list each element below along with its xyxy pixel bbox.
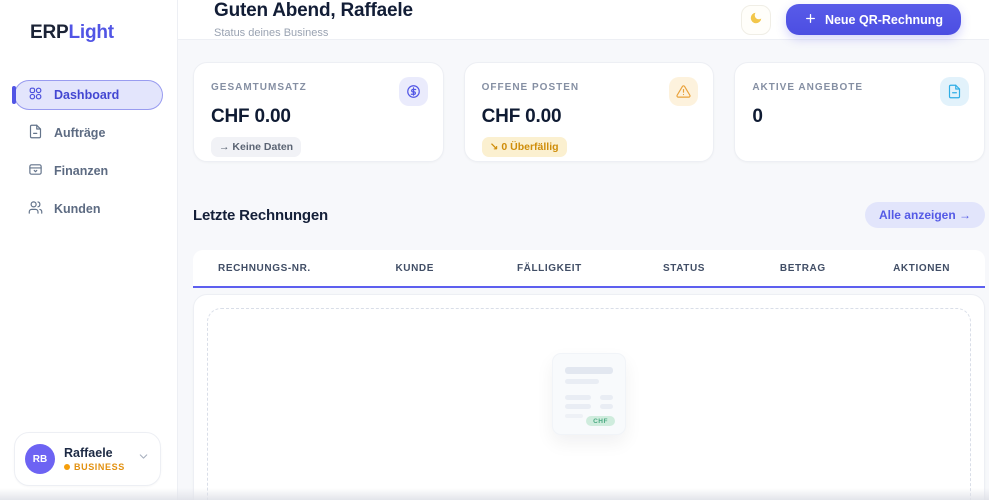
stat-label: AKTIVE ANGEBOTE xyxy=(752,82,967,93)
moon-icon xyxy=(749,11,763,28)
column-header-rechnungs-nr: RECHNUNGS-NR. xyxy=(193,263,351,274)
column-header-betrag: BETRAG xyxy=(747,263,858,274)
skeleton-line xyxy=(600,395,613,400)
skeleton-line xyxy=(565,379,599,384)
sidebar-item-auftraege[interactable]: Aufträge xyxy=(14,118,163,148)
stat-value: 0 xyxy=(752,106,967,128)
stat-label: GESAMTUMSATZ xyxy=(211,82,426,93)
main-area: Guten Abend, Raffaele Status deines Busi… xyxy=(178,0,989,500)
skeleton-line xyxy=(565,395,591,400)
stat-value: CHF 0.00 xyxy=(211,106,426,128)
users-icon xyxy=(28,200,43,218)
plan-status-dot xyxy=(64,464,70,470)
view-all-button[interactable]: Alle anzeigen → xyxy=(865,202,985,228)
user-meta: Raffaele BUSINESS xyxy=(64,446,128,472)
sidebar-item-label: Finanzen xyxy=(54,164,108,178)
skeleton-line xyxy=(600,404,613,409)
stat-card-aktive-angebote: AKTIVE ANGEBOTE 0 xyxy=(734,62,985,162)
sidebar-item-label: Dashboard xyxy=(54,88,119,102)
chf-pill: CHF xyxy=(586,416,615,426)
logo-text-accent: Light xyxy=(68,22,113,43)
empty-invoice-illustration: CHF xyxy=(552,353,626,435)
invoices-section-title: Letzte Rechnungen xyxy=(193,207,328,224)
sidebar: ERPLight Dashboard Aufträge Finanzen Kun… xyxy=(0,0,178,500)
plan-label: BUSINESS xyxy=(74,462,125,472)
user-card[interactable]: RB Raffaele BUSINESS xyxy=(14,432,161,486)
topbar-actions: Neue QR-Rechnung xyxy=(741,4,961,35)
theme-toggle-button[interactable] xyxy=(741,5,771,35)
skeleton-line xyxy=(565,404,591,409)
column-header-faelligkeit: FÄLLIGKEIT xyxy=(478,263,621,274)
sidebar-item-label: Kunden xyxy=(54,202,101,216)
app-logo: ERPLight xyxy=(0,0,177,44)
stat-card-gesamtumsatz: GESAMTUMSATZ CHF 0.00 → Keine Daten xyxy=(193,62,444,162)
dashboard-grid-icon xyxy=(28,86,43,104)
stat-label: OFFENE POSTEN xyxy=(482,82,697,93)
alert-triangle-icon xyxy=(669,77,698,106)
logo-text-primary: ERP xyxy=(30,22,68,43)
stat-card-offene-posten: OFFENE POSTEN CHF 0.00 ↘ 0 Überfällig xyxy=(464,62,715,162)
wallet-icon xyxy=(28,162,43,180)
page-subtitle: Status deines Business xyxy=(214,27,413,39)
skeleton-line xyxy=(565,414,583,418)
user-plan-badge: BUSINESS xyxy=(64,462,128,472)
sidebar-item-dashboard[interactable]: Dashboard xyxy=(14,80,163,110)
chevron-down-icon[interactable] xyxy=(137,450,150,468)
sidebar-item-finanzen[interactable]: Finanzen xyxy=(14,156,163,186)
column-header-aktionen: AKTIONEN xyxy=(858,263,985,274)
skeleton-line xyxy=(565,367,613,374)
stat-value: CHF 0.00 xyxy=(482,106,697,128)
file-text-icon xyxy=(28,124,43,142)
stat-badge-keine-daten: → Keine Daten xyxy=(211,137,301,157)
new-qr-invoice-label: Neue QR-Rechnung xyxy=(825,13,943,27)
invoices-section-header: Letzte Rechnungen Alle anzeigen → xyxy=(193,202,985,228)
plus-icon xyxy=(804,12,817,28)
dashboard-content: GESAMTUMSATZ CHF 0.00 → Keine Daten OFFE… xyxy=(178,40,989,500)
invoices-table-body: CHF xyxy=(193,294,985,500)
column-header-kunde: KUNDE xyxy=(351,263,478,274)
topbar: Guten Abend, Raffaele Status deines Busi… xyxy=(178,0,989,40)
document-icon xyxy=(940,77,969,106)
column-header-status: STATUS xyxy=(621,263,748,274)
user-name: Raffaele xyxy=(64,446,128,462)
sidebar-item-label: Aufträge xyxy=(54,126,105,140)
page-title: Guten Abend, Raffaele xyxy=(214,0,413,22)
invoices-table-header: RECHNUNGS-NR. KUNDE FÄLLIGKEIT STATUS BE… xyxy=(193,250,985,288)
stat-badge-ueberfaellig: ↘ 0 Überfällig xyxy=(482,137,567,157)
stat-cards-row: GESAMTUMSATZ CHF 0.00 → Keine Daten OFFE… xyxy=(193,62,985,162)
sidebar-item-kunden[interactable]: Kunden xyxy=(14,194,163,224)
greeting-block: Guten Abend, Raffaele Status deines Busi… xyxy=(214,0,413,39)
invoices-empty-state: CHF xyxy=(207,308,971,500)
sidebar-nav: Dashboard Aufträge Finanzen Kunden xyxy=(0,80,177,224)
dollar-circle-icon xyxy=(399,77,428,106)
new-qr-invoice-button[interactable]: Neue QR-Rechnung xyxy=(786,4,961,35)
avatar: RB xyxy=(25,444,55,474)
